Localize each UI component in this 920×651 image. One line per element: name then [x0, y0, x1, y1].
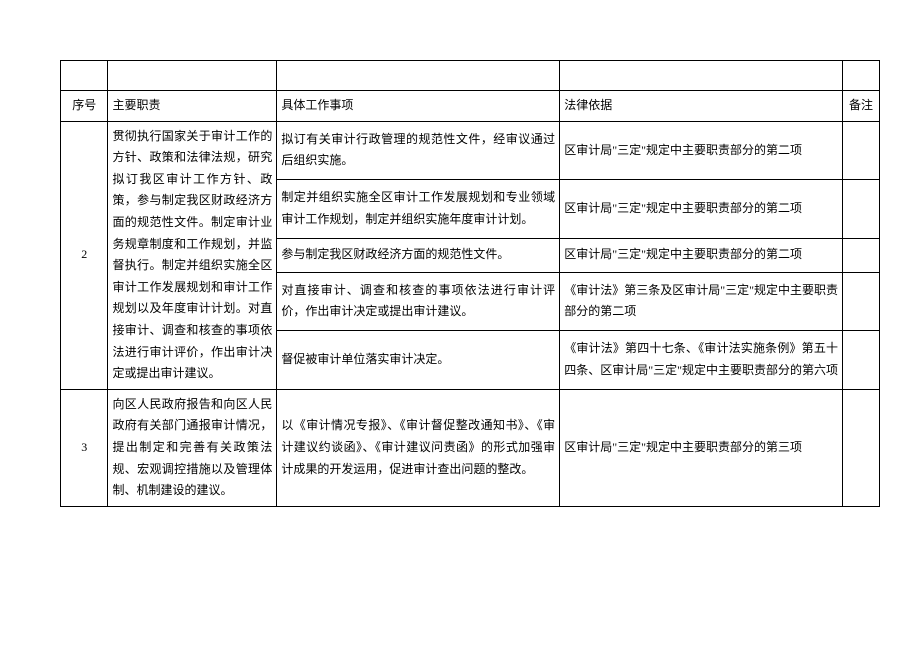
cell-duty: 贯彻执行国家关于审计工作的方针、政策和法律法规，研究拟订我区审计工作方针、政策，…	[108, 121, 277, 389]
header-seq: 序号	[61, 91, 108, 122]
table-row: 2 贯彻执行国家关于审计工作的方针、政策和法律法规，研究拟订我区审计工作方针、政…	[61, 121, 880, 179]
blank-row	[61, 61, 880, 91]
cell-law: 区审计局"三定"规定中主要职责部分的第二项	[560, 180, 843, 238]
cell-law: 《审计法》第三条及区审计局"三定"规定中主要职责部分的第二项	[560, 272, 843, 330]
cell-note	[843, 238, 880, 272]
table-row: 3 向区人民政府报告和向区人民政府有关部门通报审计情况，提出制定和完善有关政策法…	[61, 389, 880, 506]
cell-work: 拟订有关审计行政管理的规范性文件，经审议通过后组织实施。	[277, 121, 560, 179]
cell-law: 《审计法》第四十七条、《审计法实施条例》第五十四条、区审计局"三定"规定中主要职…	[560, 331, 843, 390]
cell-law: 区审计局"三定"规定中主要职责部分的第三项	[560, 389, 843, 506]
cell-work: 参与制定我区财政经济方面的规范性文件。	[277, 238, 560, 272]
cell-note	[843, 389, 880, 506]
cell-seq: 2	[61, 121, 108, 389]
cell-note	[843, 272, 880, 330]
cell-work: 制定并组织实施全区审计工作发展规划和专业领域审计工作规划，制定并组织实施年度审计…	[277, 180, 560, 238]
cell-law: 区审计局"三定"规定中主要职责部分的第二项	[560, 121, 843, 179]
cell-work: 督促被审计单位落实审计决定。	[277, 331, 560, 390]
cell-work: 对直接审计、调查和核查的事项依法进行审计评价，作出审计决定或提出审计建议。	[277, 272, 560, 330]
header-note: 备注	[843, 91, 880, 122]
header-law: 法律依据	[560, 91, 843, 122]
responsibility-table: 序号 主要职责 具体工作事项 法律依据 备注 2 贯彻执行国家关于审计工作的方针…	[60, 60, 880, 507]
cell-work: 以《审计情况专报》、《审计督促整改通知书》、《审计建议约谈函》、《审计建议问责函…	[277, 389, 560, 506]
header-row: 序号 主要职责 具体工作事项 法律依据 备注	[61, 91, 880, 122]
cell-note	[843, 121, 880, 179]
cell-seq: 3	[61, 389, 108, 506]
cell-note	[843, 331, 880, 390]
header-duty: 主要职责	[108, 91, 277, 122]
header-work: 具体工作事项	[277, 91, 560, 122]
cell-note	[843, 180, 880, 238]
cell-law: 区审计局"三定"规定中主要职责部分的第二项	[560, 238, 843, 272]
cell-duty: 向区人民政府报告和向区人民政府有关部门通报审计情况，提出制定和完善有关政策法规、…	[108, 389, 277, 506]
